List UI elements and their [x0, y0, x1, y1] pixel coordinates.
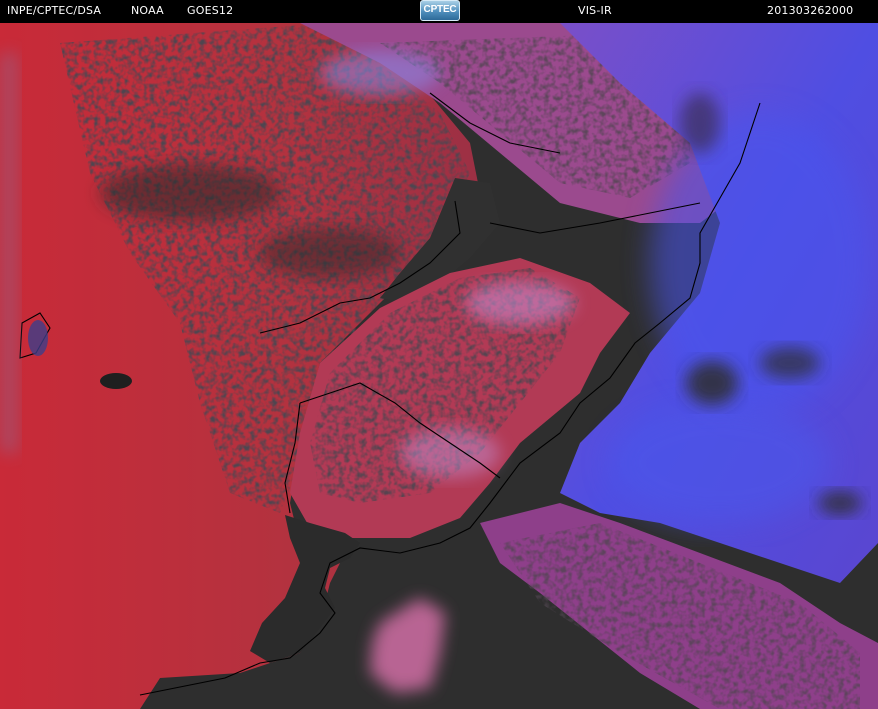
timestamp-label: 201303262000 — [767, 4, 854, 17]
clear-pocket-east-2 — [760, 347, 820, 379]
satellite-image-frame: INPE/CPTEC/DSA NOAA GOES12 CPTEC VIS-IR … — [0, 0, 878, 709]
blue-core-east — [650, 113, 870, 413]
clear-pocket-east-3 — [818, 491, 862, 515]
image-header-bar: INPE/CPTEC/DSA NOAA GOES12 CPTEC VIS-IR … — [0, 0, 878, 23]
band-label: VIS-IR — [578, 4, 612, 17]
clear-patch-north — [100, 165, 280, 221]
clear-pocket-east-4 — [680, 93, 720, 153]
west-edge-haze — [0, 53, 18, 453]
cptec-logo: CPTEC — [420, 0, 460, 21]
bright-cloud-top-3 — [320, 51, 440, 95]
bright-cloud-top-1 — [465, 281, 575, 325]
operator-label: NOAA — [131, 4, 164, 17]
agency-label: INPE/CPTEC/DSA — [7, 4, 102, 17]
bright-cloud-top-2 — [400, 428, 500, 478]
clear-patch-center — [260, 228, 400, 278]
clear-pocket-east-1 — [686, 361, 738, 405]
satellite-imagery — [0, 23, 878, 709]
dark-lake — [100, 373, 132, 389]
blue-core-south — [610, 403, 830, 523]
cptec-logo-text: CPTEC — [423, 4, 457, 15]
lagoon-west — [28, 320, 48, 356]
imagery-svg — [0, 23, 878, 709]
satellite-label: GOES12 — [187, 4, 234, 17]
